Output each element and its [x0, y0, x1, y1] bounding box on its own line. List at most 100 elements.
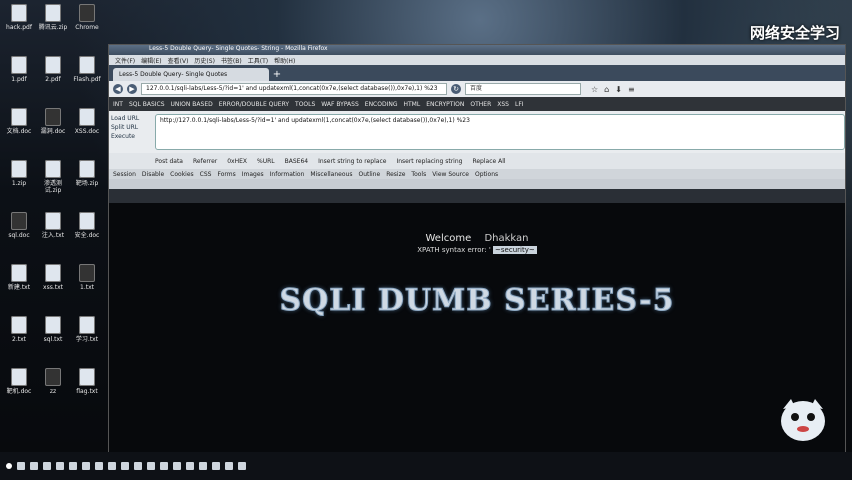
desktop-icon[interactable]: XSS.doc: [70, 108, 104, 135]
menu-item[interactable]: 工具(T): [248, 56, 268, 65]
search-field[interactable]: 百度: [465, 83, 581, 95]
webdev-toolbar-item[interactable]: Options: [475, 171, 498, 178]
desktop-icon[interactable]: 安全.doc: [70, 212, 104, 239]
taskbar-app-icon[interactable]: [147, 462, 155, 470]
start-button[interactable]: [6, 463, 12, 469]
hackbar-menu-item[interactable]: OTHER: [470, 101, 491, 108]
taskbar-app-icon[interactable]: [225, 462, 233, 470]
webdev-toolbar-item[interactable]: Cookies: [170, 171, 194, 178]
hackbar-menu-item[interactable]: TOOLS: [295, 101, 315, 108]
taskbar-app-icon[interactable]: [69, 462, 77, 470]
taskbar-app-icon[interactable]: [238, 462, 246, 470]
desktop-icon[interactable]: 学习.txt: [70, 316, 104, 343]
hackbar-option[interactable]: Insert replacing string: [396, 158, 462, 165]
hackbar-menu-item[interactable]: WAF BYPASS: [321, 101, 358, 108]
forward-button[interactable]: ▶: [127, 84, 137, 94]
desktop-icon[interactable]: flag.txt: [70, 368, 104, 395]
taskbar-app-icon[interactable]: [17, 462, 25, 470]
desktop-icon[interactable]: 漏洞.doc: [36, 108, 70, 135]
taskbar-app-icon[interactable]: [212, 462, 220, 470]
hackbar-action-button[interactable]: Execute: [111, 133, 153, 140]
hackbar-menu-item[interactable]: ERROR/DOUBLE QUERY: [219, 101, 289, 108]
hackbar-option[interactable]: %URL: [257, 158, 275, 165]
url-field[interactable]: 127.0.0.1/sqli-labs/Less-5/?id=1' and up…: [141, 83, 447, 95]
taskbar-app-icon[interactable]: [173, 462, 181, 470]
hackbar-menu-item[interactable]: UNION BASED: [171, 101, 213, 108]
desktop-icon[interactable]: 腾讯云.zip: [36, 4, 70, 31]
hackbar-menu-item[interactable]: HTML: [404, 101, 421, 108]
taskbar-app-icon[interactable]: [30, 462, 38, 470]
desktop-icon[interactable]: 渗透测试.zip: [36, 160, 70, 194]
webdev-toolbar-item[interactable]: Information: [270, 171, 305, 178]
taskbar-app-icon[interactable]: [82, 462, 90, 470]
hackbar-url-field[interactable]: http://127.0.0.1/sqli-labs/Less-5/?id=1'…: [155, 114, 845, 150]
hackbar-menu-item[interactable]: ENCODING: [365, 101, 398, 108]
taskbar-app-icon[interactable]: [186, 462, 194, 470]
error-line: XPATH syntax error: ' ~security~: [109, 246, 845, 254]
webdev-toolbar-item[interactable]: Forms: [217, 171, 235, 178]
hackbar-menu-item[interactable]: ENCRYPTION: [426, 101, 464, 108]
menu-item[interactable]: 编辑(E): [141, 56, 161, 65]
menu-item[interactable]: 查看(V): [168, 56, 189, 65]
hackbar-option[interactable]: Replace All: [472, 158, 505, 165]
desktop-icon[interactable]: sql.doc: [2, 212, 36, 239]
menu-item[interactable]: 帮助(H): [274, 56, 295, 65]
menu-item[interactable]: 书签(B): [221, 56, 242, 65]
hackbar-option[interactable]: Post data: [155, 158, 183, 165]
webdev-toolbar-item[interactable]: CSS: [200, 171, 212, 178]
taskbar-app-icon[interactable]: [121, 462, 129, 470]
hackbar-option[interactable]: BASE64: [285, 158, 308, 165]
desktop-icon[interactable]: sql.txt: [36, 316, 70, 343]
taskbar-app-icon[interactable]: [43, 462, 51, 470]
menu-item[interactable]: 历史(S): [194, 56, 215, 65]
hackbar-int-select[interactable]: INT: [113, 101, 123, 108]
webdev-toolbar-item[interactable]: Images: [242, 171, 264, 178]
desktop-icon[interactable]: Chrome: [70, 4, 104, 31]
taskbar-app-icon[interactable]: [95, 462, 103, 470]
hackbar-menu-item[interactable]: XSS: [497, 101, 509, 108]
download-icon[interactable]: ⬇: [615, 85, 622, 94]
desktop-icon[interactable]: xss.txt: [36, 264, 70, 291]
hackbar-option[interactable]: Insert string to replace: [318, 158, 386, 165]
taskbar-app-icon[interactable]: [160, 462, 168, 470]
webdev-toolbar-item[interactable]: Resize: [386, 171, 405, 178]
webdev-toolbar-item[interactable]: Tools: [411, 171, 426, 178]
desktop-icon[interactable]: 2.pdf: [36, 56, 70, 83]
hackbar-menu-item[interactable]: SQL BASICS: [129, 101, 165, 108]
hackbar-option[interactable]: Referrer: [193, 158, 217, 165]
webdev-toolbar-item[interactable]: Disable: [142, 171, 164, 178]
back-button[interactable]: ◀: [113, 84, 123, 94]
menu-icon[interactable]: ≡: [628, 85, 635, 94]
tab-active[interactable]: Less-5 Double Query- Single Quotes: [113, 68, 269, 81]
desktop-icon[interactable]: 1.zip: [2, 160, 36, 187]
webdev-toolbar-item[interactable]: Session: [113, 171, 136, 178]
desktop-icon[interactable]: zz: [36, 368, 70, 395]
webdev-toolbar-item[interactable]: View Source: [432, 171, 469, 178]
reload-button[interactable]: ↻: [451, 84, 461, 94]
hackbar-action-button[interactable]: Load URL: [111, 115, 153, 122]
desktop-icon[interactable]: 1.pdf: [2, 56, 36, 83]
new-tab-button[interactable]: +: [271, 69, 283, 81]
desktop-icon[interactable]: 注入.txt: [36, 212, 70, 239]
hackbar-menu-item[interactable]: LFI: [515, 101, 524, 108]
taskbar-app-icon[interactable]: [199, 462, 207, 470]
webdev-toolbar-item[interactable]: Miscellaneous: [310, 171, 352, 178]
desktop-icon[interactable]: 2.txt: [2, 316, 36, 343]
desktop-icon-label: 渗透测试.zip: [43, 180, 62, 194]
menu-item[interactable]: 文件(F): [115, 56, 135, 65]
desktop-icon[interactable]: 文档.doc: [2, 108, 36, 135]
hackbar-option[interactable]: 0xHEX: [227, 158, 247, 165]
desktop-icon[interactable]: 靶机.doc: [2, 368, 36, 395]
webdev-toolbar-item[interactable]: Outline: [358, 171, 380, 178]
taskbar-app-icon[interactable]: [134, 462, 142, 470]
desktop-icon[interactable]: hack.pdf: [2, 4, 36, 31]
home-icon[interactable]: ⌂: [604, 85, 609, 94]
desktop-icon[interactable]: 1.txt: [70, 264, 104, 291]
bookmark-star-icon[interactable]: ☆: [591, 85, 598, 94]
taskbar-app-icon[interactable]: [108, 462, 116, 470]
desktop-icon[interactable]: 新建.txt: [2, 264, 36, 291]
hackbar-action-button[interactable]: Split URL: [111, 124, 153, 131]
desktop-icon[interactable]: Flash.pdf: [70, 56, 104, 83]
desktop-icon[interactable]: 靶场.zip: [70, 160, 104, 187]
taskbar-app-icon[interactable]: [56, 462, 64, 470]
